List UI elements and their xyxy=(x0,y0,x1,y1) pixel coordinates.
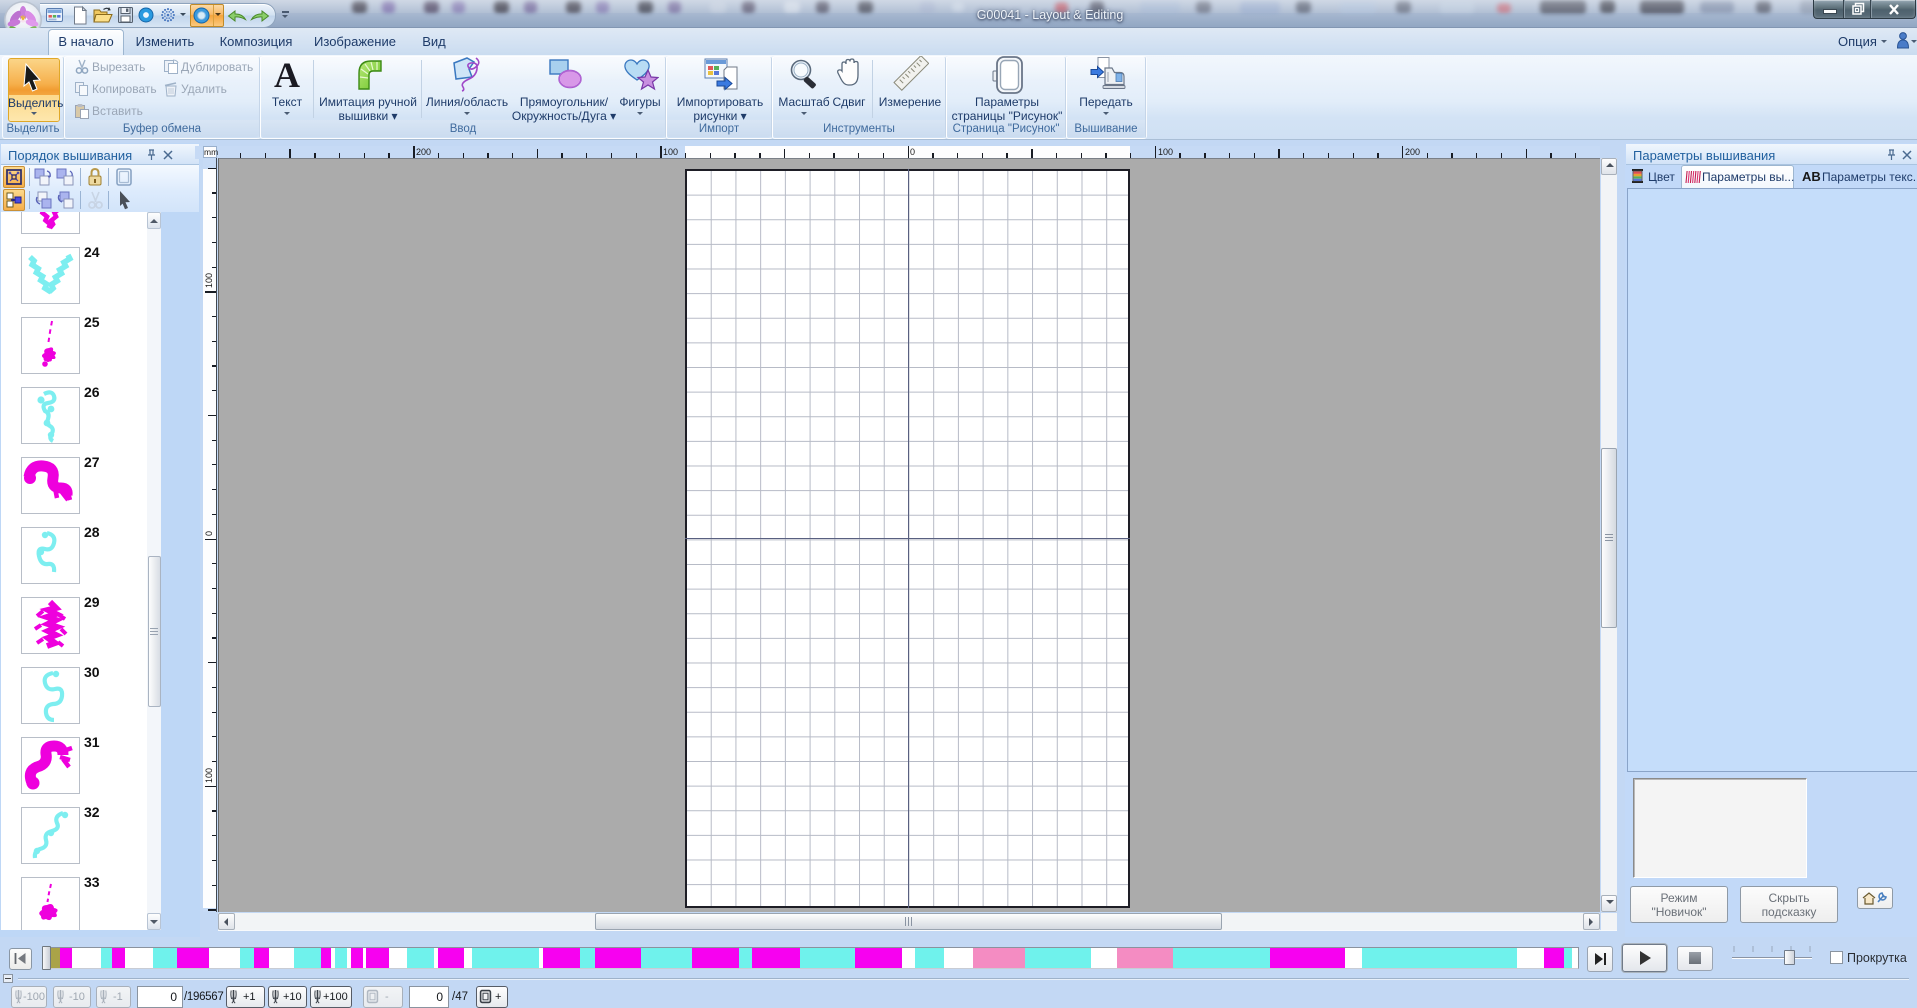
svg-text:A: A xyxy=(274,58,300,92)
